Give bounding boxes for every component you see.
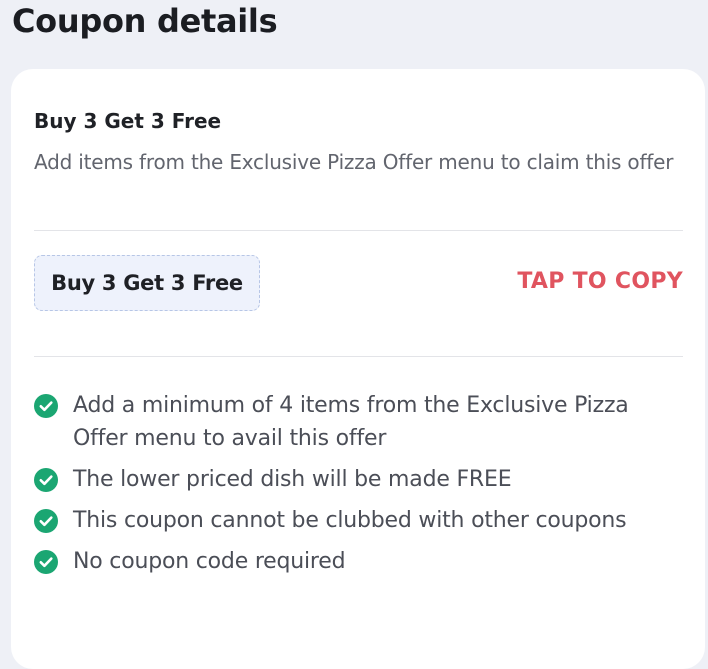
term-text: This coupon cannot be clubbed with other… bbox=[73, 508, 627, 533]
check-circle-icon bbox=[34, 394, 58, 418]
check-circle-icon bbox=[34, 550, 58, 574]
coupon-details-card: Buy 3 Get 3 Free Add items from the Excl… bbox=[11, 69, 705, 669]
offer-title: Buy 3 Get 3 Free bbox=[34, 109, 222, 133]
term-item: This coupon cannot be clubbed with other… bbox=[34, 504, 674, 537]
tap-to-copy-button[interactable]: TAP TO COPY bbox=[517, 269, 683, 294]
page-title: Coupon details bbox=[12, 2, 278, 40]
term-text: Add a minimum of 4 items from the Exclus… bbox=[73, 393, 629, 451]
check-circle-icon bbox=[34, 468, 58, 492]
check-circle-icon bbox=[34, 509, 58, 533]
term-item: No coupon code required bbox=[34, 545, 674, 578]
term-text: The lower priced dish will be made FREE bbox=[73, 467, 512, 492]
coupon-code-text: Buy 3 Get 3 Free bbox=[51, 271, 243, 295]
term-item: Add a minimum of 4 items from the Exclus… bbox=[34, 389, 674, 455]
divider bbox=[34, 356, 683, 357]
term-text: No coupon code required bbox=[73, 549, 346, 574]
terms-list: Add a minimum of 4 items from the Exclus… bbox=[34, 389, 674, 586]
coupon-code-box[interactable]: Buy 3 Get 3 Free bbox=[34, 255, 260, 311]
term-item: The lower priced dish will be made FREE bbox=[34, 463, 674, 496]
offer-description: Add items from the Exclusive Pizza Offer… bbox=[34, 150, 674, 174]
divider bbox=[34, 230, 683, 231]
